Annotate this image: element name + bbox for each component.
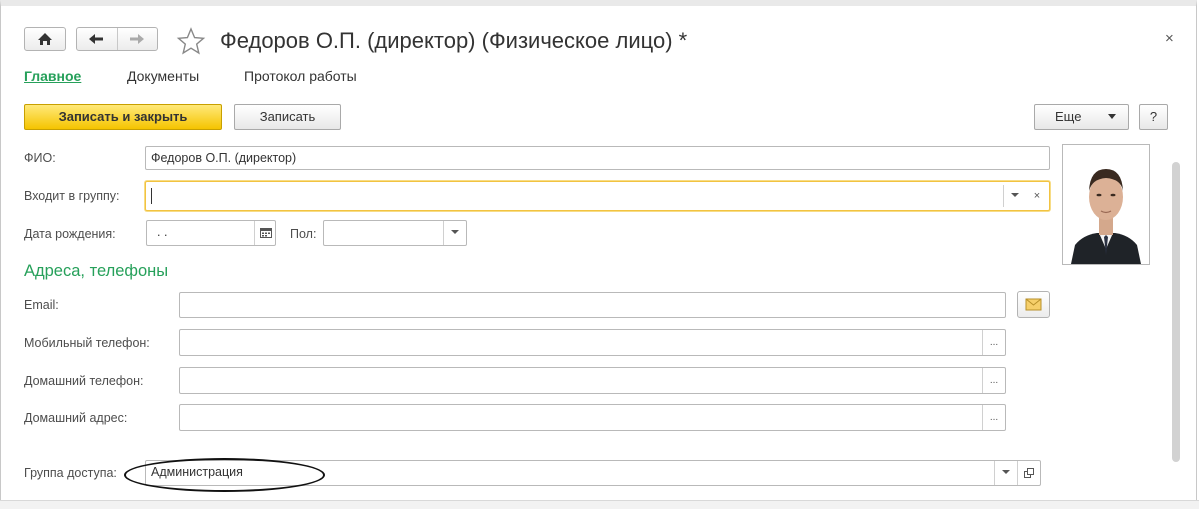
tab-main[interactable]: Главное <box>24 68 81 84</box>
fio-field[interactable]: Федоров О.П. (директор) <box>145 146 1050 170</box>
history-nav <box>76 27 158 51</box>
arrow-right-icon <box>130 34 144 44</box>
group-label: Входит в группу: <box>24 189 120 203</box>
group-clear-button[interactable]: × <box>1026 185 1048 207</box>
email-field[interactable] <box>179 292 1006 318</box>
scrollbar-thumb[interactable] <box>1172 162 1180 462</box>
vertical-scrollbar[interactable] <box>1172 142 1180 492</box>
access-group-field[interactable]: Администрация <box>145 460 1041 486</box>
page-title: Федоров О.П. (директор) (Физическое лицо… <box>220 28 688 53</box>
mobile-phone-label: Мобильный телефон: <box>24 336 150 350</box>
access-group-label: Группа доступа: <box>24 466 117 480</box>
envelope-icon <box>1025 298 1042 311</box>
chevron-down-icon <box>1011 193 1019 197</box>
access-group-open-button[interactable] <box>1017 461 1040 485</box>
forward-button[interactable] <box>117 28 156 50</box>
arrow-left-icon <box>89 34 103 44</box>
home-button[interactable] <box>24 27 66 51</box>
home-phone-label: Домашний телефон: <box>24 374 144 388</box>
home-phone-field[interactable]: ... <box>179 367 1006 394</box>
tab-documents[interactable]: Документы <box>127 68 199 84</box>
home-phone-edit-button[interactable]: ... <box>982 368 1005 393</box>
home-address-edit-button[interactable]: ... <box>982 405 1005 430</box>
tab-work-log[interactable]: Протокол работы <box>244 68 357 84</box>
access-group-value: Администрация <box>151 465 243 479</box>
chevron-down-icon <box>451 230 459 234</box>
person-photo[interactable] <box>1062 144 1150 265</box>
open-in-window-icon <box>1024 468 1034 478</box>
calendar-icon <box>260 228 272 238</box>
birth-label: Дата рождения: <box>24 227 116 241</box>
birth-date-value: . . <box>157 225 168 239</box>
home-address-label: Домашний адрес: <box>24 411 128 425</box>
home-icon <box>38 33 52 45</box>
help-button[interactable]: ? <box>1139 104 1168 130</box>
birth-date-field[interactable]: . . <box>146 220 276 246</box>
more-button-label: Еще <box>1055 109 1082 124</box>
home-address-field[interactable]: ... <box>179 404 1006 431</box>
chevron-down-icon <box>1002 470 1010 474</box>
save-and-close-button[interactable]: Записать и закрыть <box>24 104 222 130</box>
star-icon[interactable] <box>176 27 206 55</box>
group-field[interactable]: × <box>145 181 1050 211</box>
gender-select[interactable] <box>323 220 467 246</box>
chevron-down-icon <box>1108 114 1116 119</box>
email-label: Email: <box>24 298 59 312</box>
gender-dropdown-button[interactable] <box>443 221 466 245</box>
section-title-addresses: Адреса, телефоны <box>24 262 169 280</box>
send-email-button[interactable] <box>1017 291 1050 318</box>
person-photo-image <box>1063 145 1149 264</box>
calendar-button[interactable] <box>254 221 275 245</box>
more-button[interactable]: Еще <box>1034 104 1129 130</box>
close-icon[interactable]: × <box>1165 30 1174 47</box>
gender-label: Пол: <box>290 227 317 241</box>
back-button[interactable] <box>77 28 115 50</box>
access-group-dropdown-button[interactable] <box>994 461 1017 485</box>
mobile-phone-field[interactable]: ... <box>179 329 1006 356</box>
mobile-phone-edit-button[interactable]: ... <box>982 330 1005 355</box>
clear-icon: × <box>1033 190 1041 202</box>
text-cursor <box>151 188 152 204</box>
fio-label: ФИО: <box>24 151 56 165</box>
group-dropdown-button[interactable] <box>1003 185 1026 207</box>
save-button[interactable]: Записать <box>234 104 341 130</box>
